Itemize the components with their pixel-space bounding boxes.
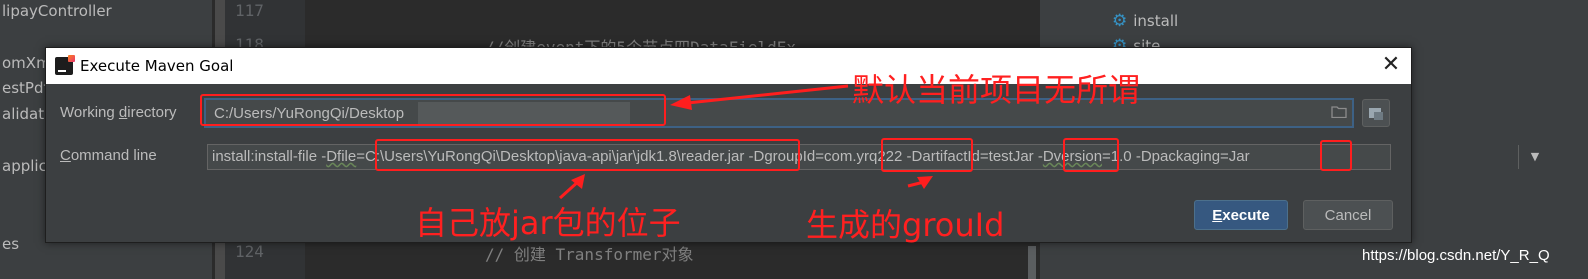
arrowhead (670, 95, 692, 110)
annotation-group-note: 生成的grouId (806, 206, 1005, 244)
arrow-to-working-dir (677, 84, 849, 106)
watermark: https://blog.csdn.net/Y_R_Q (1362, 247, 1550, 264)
annotation-default-note: 默认当前项目无所谓 (852, 71, 1141, 109)
annotation-jar-note: 自己放jar包的位子 (415, 204, 681, 242)
annotation-arrows (558, 84, 933, 200)
